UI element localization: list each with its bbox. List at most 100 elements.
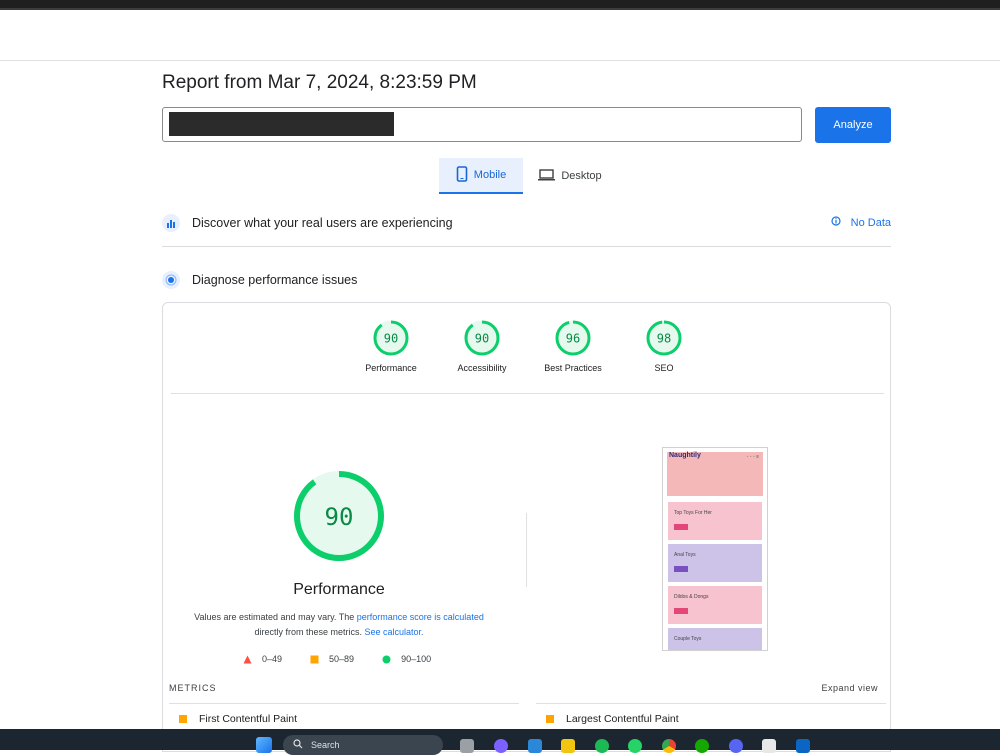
gauge-ring: 96 <box>555 320 591 356</box>
circle-icon <box>382 655 391 663</box>
lighthouse-icon <box>162 271 180 289</box>
preview-card-title: Anal Toys <box>674 552 696 558</box>
legend-fail: 0–49 <box>243 654 282 664</box>
preview-card-title: Top Toys For Her <box>674 510 712 516</box>
mail-icon[interactable] <box>528 739 542 753</box>
square-icon <box>310 655 319 663</box>
preview-card: Anal Toys <box>668 544 762 582</box>
store-icon[interactable] <box>796 739 810 753</box>
metric-first-contentful-paint: First Contentful Paint <box>179 713 297 725</box>
window-top-bar <box>0 0 1000 10</box>
task-view-icon[interactable] <box>460 739 474 753</box>
preview-card: Top Toys For Her <box>668 502 762 540</box>
desc-text-1: Values are estimated and may vary. The <box>194 612 357 622</box>
file-explorer-icon[interactable] <box>561 739 575 753</box>
discord-icon[interactable] <box>729 739 743 753</box>
tab-mobile-label: Mobile <box>473 169 507 181</box>
mobile-icon <box>456 165 468 185</box>
legend-average-label: 50–89 <box>329 654 355 664</box>
metrics-divider-left <box>169 703 519 704</box>
tab-desktop-label: Desktop <box>561 170 602 182</box>
desc-text-2: directly from these metrics. <box>254 627 365 637</box>
app-icon[interactable] <box>762 739 776 753</box>
card-divider <box>171 393 884 394</box>
preview-card-button <box>674 524 688 530</box>
diagnose-label: Diagnose performance issues <box>192 273 358 287</box>
gauge-value: 90 <box>475 332 489 346</box>
average-square-icon <box>546 715 554 723</box>
vertical-divider <box>526 513 527 587</box>
preview-card-button <box>674 566 688 572</box>
main-score-value: 90 <box>325 503 354 531</box>
gauge-value: 98 <box>657 332 671 346</box>
info-icon <box>831 216 841 229</box>
report-card: 90 Performance 90 Accessibility 96 Best … <box>162 302 891 752</box>
score-legend: 0–49 50–89 90–100 <box>243 654 459 664</box>
search-icon <box>293 739 303 751</box>
tab-mobile[interactable]: Mobile <box>439 158 523 194</box>
preview-card-button <box>674 608 688 614</box>
report-title: Report from Mar 7, 2024, 8:23:59 PM <box>162 72 477 93</box>
real-users-section: Discover what your real users are experi… <box>162 209 891 237</box>
legend-pass-label: 90–100 <box>401 654 432 664</box>
preview-card-title: Couple Toys <box>674 636 702 642</box>
spotify-icon[interactable] <box>595 739 609 753</box>
metric-label: First Contentful Paint <box>199 713 298 725</box>
diagnose-section: Diagnose performance issues <box>162 266 891 294</box>
teams-icon[interactable] <box>494 739 508 753</box>
legend-fail-label: 0–49 <box>262 654 283 664</box>
windows-start-icon[interactable] <box>256 737 272 753</box>
app-header <box>0 10 1000 61</box>
tab-desktop[interactable]: Desktop <box>530 158 610 194</box>
analyze-button[interactable]: Analyze <box>815 107 891 143</box>
mobile-screenshot-preview: Naughtily ◦ ◦ ◦ ≡ Top Toys For Her Anal … <box>662 447 768 651</box>
legend-average: 50–89 <box>310 654 354 664</box>
legend-pass: 90–100 <box>382 654 431 664</box>
preview-brand: Naughtily <box>669 452 701 459</box>
see-calculator-link[interactable]: See calculator. <box>364 627 423 637</box>
gauge-label: Accessibility <box>457 363 507 373</box>
gauge-label: Performance <box>365 363 417 373</box>
expand-view-button[interactable]: Expand view <box>821 683 878 693</box>
gauge-value: 96 <box>566 332 580 346</box>
metrics-divider-right <box>536 703 886 704</box>
gauge-value: 90 <box>384 332 398 346</box>
desktop-icon <box>538 168 556 184</box>
score-gauges: 90 Performance 90 Accessibility 96 Best … <box>163 303 892 393</box>
score-calculated-link[interactable]: performance score is calculated <box>357 612 484 622</box>
redacted-url <box>169 112 394 136</box>
preview-card-title: Dildos & Dongs <box>674 594 709 600</box>
gauge-best-practices[interactable]: 96 Best Practices <box>533 319 613 373</box>
preview-card: Dildos & Dongs <box>668 586 762 624</box>
metric-largest-contentful-paint: Largest Contentful Paint <box>546 713 679 725</box>
gauge-performance[interactable]: 90 Performance <box>351 319 431 373</box>
gauge-label: Best Practices <box>544 363 602 373</box>
triangle-icon <box>243 655 252 663</box>
gauge-ring: 98 <box>646 320 682 356</box>
section-divider <box>162 246 891 247</box>
gauge-seo[interactable]: 98 SEO <box>624 319 704 373</box>
gauge-accessibility[interactable]: 90 Accessibility <box>442 319 522 373</box>
gauge-ring: 90 <box>373 320 409 356</box>
chrome-icon[interactable] <box>662 739 676 753</box>
preview-nav-icons: ◦ ◦ ◦ ≡ <box>746 454 759 460</box>
performance-title: Performance <box>293 581 385 598</box>
no-data-link[interactable]: No Data <box>831 216 891 229</box>
no-data-label: No Data <box>850 216 891 229</box>
metrics-heading: METRICS <box>169 683 217 693</box>
metric-label: Largest Contentful Paint <box>566 713 679 725</box>
performance-main-gauge: 90 <box>294 471 384 561</box>
whatsapp-icon[interactable] <box>628 739 642 753</box>
preview-hero: Naughtily ◦ ◦ ◦ ≡ <box>667 452 763 496</box>
gauge-ring: 90 <box>464 320 500 356</box>
taskbar-search[interactable]: Search <box>283 735 443 755</box>
upwork-icon[interactable] <box>695 739 709 753</box>
preview-card: Couple Toys <box>668 628 762 650</box>
real-users-label: Discover what your real users are experi… <box>192 216 453 230</box>
taskbar-search-label: Search <box>311 740 340 750</box>
crux-icon <box>162 214 180 232</box>
performance-description: Values are estimated and may vary. The p… <box>183 610 495 640</box>
url-input[interactable] <box>162 107 802 142</box>
average-square-icon <box>179 715 187 723</box>
gauge-label: SEO <box>654 363 674 373</box>
